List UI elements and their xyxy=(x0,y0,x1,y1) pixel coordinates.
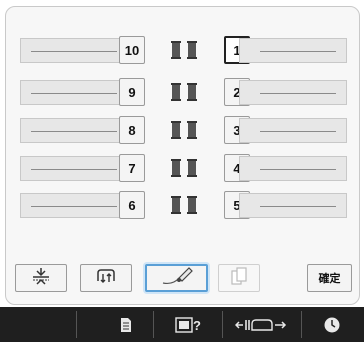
bobbin-move-icon[interactable] xyxy=(235,315,287,335)
needle-row-10-1: 10 1 xyxy=(6,36,361,69)
spool-icon xyxy=(187,159,197,177)
copy-button[interactable] xyxy=(218,264,260,292)
needle-6-button[interactable]: 6 xyxy=(119,191,145,219)
spool-icon xyxy=(187,196,197,214)
thread-line-right xyxy=(239,38,347,63)
needle-guide-icon xyxy=(30,267,52,290)
ok-button[interactable]: 確定 xyxy=(307,264,352,292)
needle-7-button[interactable]: 7 xyxy=(119,154,145,182)
needle-row-7-4: 7 4 xyxy=(6,154,361,187)
svg-text:?: ? xyxy=(193,318,201,333)
document-icon[interactable] xyxy=(118,315,134,335)
divider xyxy=(222,311,223,338)
needle-bar-panel: 10 1 9 2 8 3 7 4 6 5 確定 xyxy=(5,6,360,305)
status-bar: ? xyxy=(0,307,364,342)
clock-icon[interactable] xyxy=(322,315,342,335)
thread-spool-icon xyxy=(95,267,117,290)
divider xyxy=(301,311,302,338)
spool-icon xyxy=(187,41,197,59)
divider xyxy=(76,311,77,338)
spool-icon xyxy=(171,196,181,214)
needle-row-6-5: 6 5 xyxy=(6,191,361,224)
thread-change-button[interactable] xyxy=(80,264,132,292)
thread-line-right xyxy=(239,118,347,143)
spool-icon xyxy=(171,121,181,139)
spool-icon xyxy=(171,83,181,101)
needle-thread-icon xyxy=(159,266,195,291)
needle-row-8-3: 8 3 xyxy=(6,116,361,149)
spool-icon xyxy=(187,83,197,101)
thread-line-right xyxy=(239,156,347,181)
copy-icon xyxy=(229,266,249,291)
thread-line-right xyxy=(239,80,347,105)
needle-8-button[interactable]: 8 xyxy=(119,116,145,144)
help-icon[interactable]: ? xyxy=(175,315,201,335)
needle-9-button[interactable]: 9 xyxy=(119,78,145,106)
divider xyxy=(153,311,154,338)
embroidery-position-button[interactable] xyxy=(15,264,67,292)
spool-icon xyxy=(171,41,181,59)
bottom-toolbar: 確定 xyxy=(6,254,361,304)
spool-icon xyxy=(187,121,197,139)
needle-10-button[interactable]: 10 xyxy=(119,36,145,64)
thread-line-right xyxy=(239,193,347,218)
needle-row-9-2: 9 2 xyxy=(6,78,361,111)
spool-icon xyxy=(171,159,181,177)
thread-setting-button[interactable] xyxy=(145,264,208,292)
